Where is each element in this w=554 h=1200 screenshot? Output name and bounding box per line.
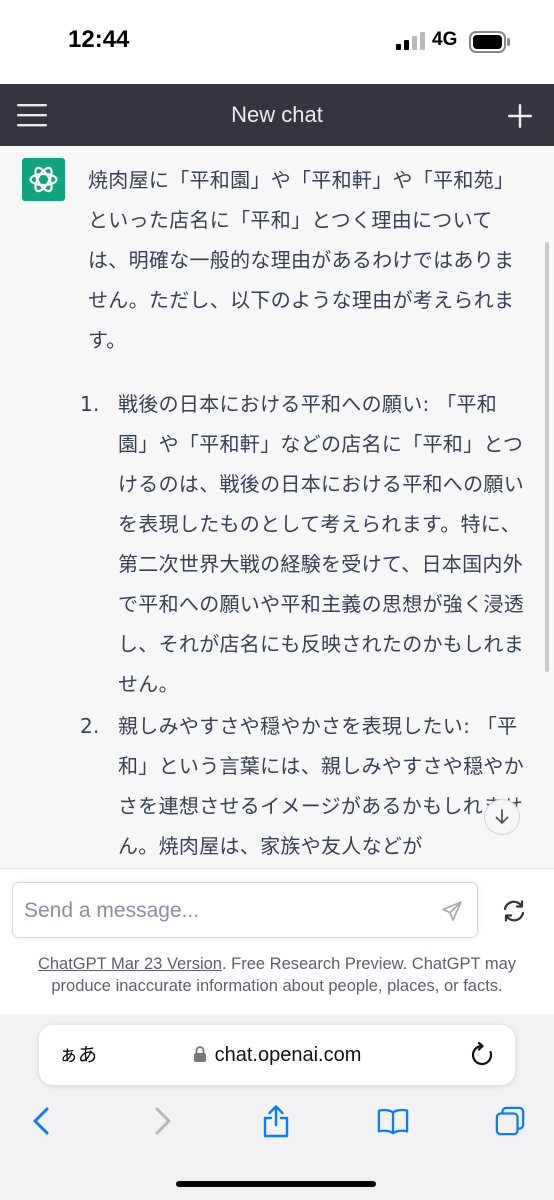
plus-icon[interactable] bbox=[506, 102, 534, 130]
network-type: 4G bbox=[432, 29, 458, 50]
message-input-placeholder: Send a message... bbox=[24, 899, 200, 922]
address-bar[interactable]: ぁあ chat.openai.com bbox=[39, 1025, 515, 1085]
composer-area: Send a message... ChatGPT Mar 23 Version… bbox=[0, 868, 554, 1015]
refresh-icon[interactable] bbox=[501, 898, 527, 924]
status-bar: 12:44 4G bbox=[0, 0, 554, 84]
list-item-number: 2. bbox=[80, 714, 100, 738]
disclaimer: ChatGPT Mar 23 Version. Free Research Pr… bbox=[16, 953, 538, 997]
reload-icon[interactable] bbox=[469, 1042, 495, 1068]
share-icon[interactable] bbox=[260, 1104, 292, 1138]
chat-area[interactable]: 焼肉屋に「平和園」や「平和軒」や「平和苑」といった店名に「平和」とつく理由につい… bbox=[0, 146, 554, 868]
send-icon[interactable] bbox=[441, 900, 463, 922]
bookmarks-icon[interactable] bbox=[377, 1104, 409, 1138]
list-item-text: 戦後の日本における平和への願い: 「平和園」や「平和軒」などの店名に「平和」とつ… bbox=[118, 392, 524, 696]
openai-logo-icon bbox=[29, 166, 58, 193]
url-display[interactable]: chat.openai.com bbox=[39, 1025, 515, 1085]
list-item: 1. 戦後の日本における平和への願い: 「平和園」や「平和軒」などの店名に「平和… bbox=[78, 384, 524, 704]
version-link[interactable]: ChatGPT Mar 23 Version bbox=[38, 955, 222, 973]
status-time: 12:44 bbox=[68, 26, 130, 53]
lock-icon bbox=[193, 1046, 206, 1062]
tabs-icon[interactable] bbox=[494, 1104, 526, 1138]
list-item: 2. 親しみやすさや穏やかさを表現したい: 「平和」という言葉には、親しみやすさ… bbox=[78, 706, 524, 866]
app-header: New chat bbox=[0, 84, 554, 146]
list-item-number: 1. bbox=[80, 392, 100, 416]
assistant-avatar bbox=[22, 158, 65, 201]
screen: 12:44 4G New chat 焼肉屋に「平和園」や「平和軒」や「平和苑」と… bbox=[0, 0, 554, 1200]
assistant-message-list: 1. 戦後の日本における平和への願い: 「平和園」や「平和軒」などの店名に「平和… bbox=[78, 384, 524, 868]
browser-toolbar: ぁあ chat.openai.com bbox=[0, 1014, 554, 1200]
url-text: chat.openai.com bbox=[214, 1044, 362, 1066]
assistant-message-intro: 焼肉屋に「平和園」や「平和軒」や「平和苑」といった店名に「平和」とつく理由につい… bbox=[88, 168, 515, 352]
page-title: New chat bbox=[231, 102, 323, 127]
home-indicator[interactable] bbox=[176, 1181, 376, 1187]
forward-icon[interactable] bbox=[146, 1104, 178, 1138]
message-input[interactable]: Send a message... bbox=[12, 882, 478, 938]
signal-icon bbox=[396, 32, 425, 50]
back-icon[interactable] bbox=[26, 1104, 58, 1138]
scroll-to-bottom-button[interactable] bbox=[484, 799, 520, 835]
scrollbar[interactable] bbox=[545, 242, 549, 672]
list-item-text: 親しみやすさや穏やかさを表現したい: 「平和」という言葉には、親しみやすさや穏や… bbox=[118, 714, 524, 858]
battery-icon bbox=[469, 31, 510, 53]
arrow-down-icon bbox=[495, 809, 509, 824]
